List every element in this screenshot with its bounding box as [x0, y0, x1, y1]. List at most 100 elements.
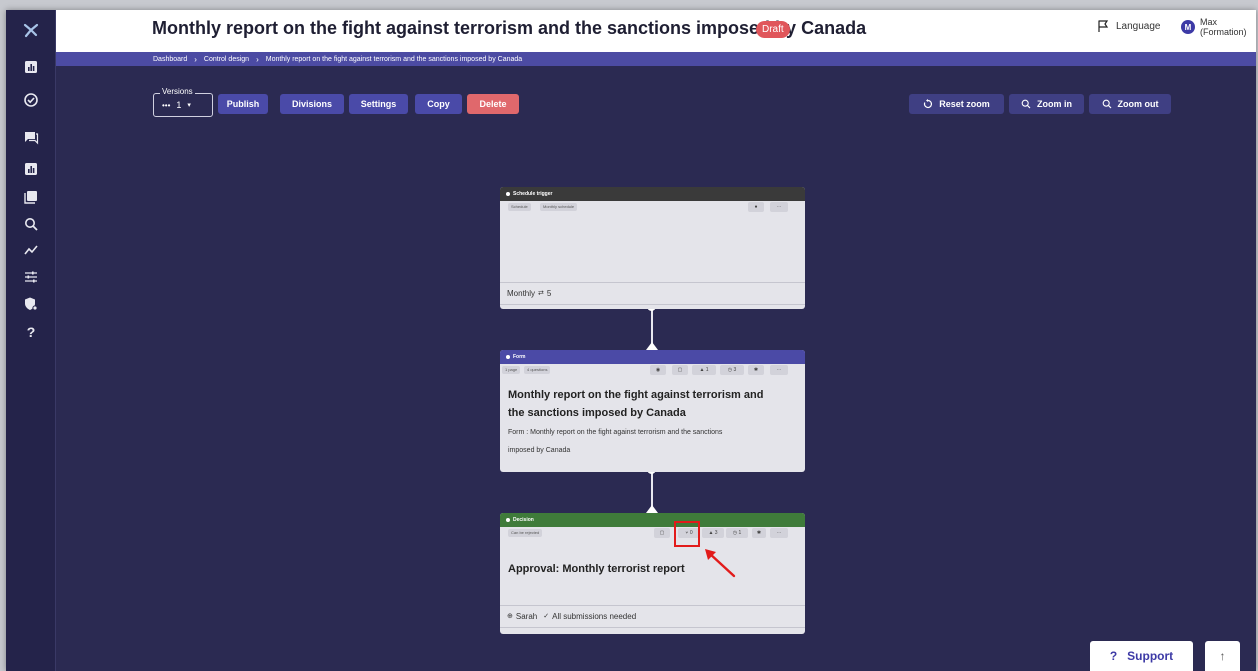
chevron-right-icon: ›: [256, 54, 259, 64]
node-header: Decision: [500, 513, 805, 527]
node-title: Approval: Monthly terrorist report: [508, 563, 685, 575]
node-header: Form: [500, 350, 805, 364]
app-window: ? Monthly report on the fight against te…: [6, 10, 1256, 671]
version-value: 1: [176, 100, 182, 110]
scroll-top-button[interactable]: ↑: [1205, 641, 1240, 671]
form-node[interactable]: Form 1 page 4 questions ◉ ▢ ▲ 1 ◷ 3 ✱ ⋯ …: [500, 350, 805, 472]
chevron-right-icon: ›: [194, 54, 197, 64]
zoom-in-label: Zoom in: [1037, 99, 1072, 109]
more-icon[interactable]: ⋯: [770, 202, 788, 212]
dashboard-icon[interactable]: [19, 55, 43, 79]
notifications-value: 1: [705, 367, 709, 373]
publish-button[interactable]: Publish: [218, 94, 268, 114]
assignee-name: Sarah: [515, 611, 538, 621]
gear-icon[interactable]: ✱: [752, 528, 766, 538]
reset-icon: [924, 99, 933, 109]
timer-value: 1: [738, 530, 742, 536]
breadcrumb-current: Monthly report on the fight against terr…: [265, 55, 523, 63]
node-header-label: Form: [513, 354, 526, 360]
reset-zoom-button[interactable]: Reset zoom: [909, 94, 1004, 114]
zoom-out-icon: [1102, 99, 1111, 109]
bell-icon: ▲: [699, 367, 705, 373]
node-type-icon: [506, 355, 510, 359]
calendar-icon[interactable]: ▢: [672, 365, 688, 375]
reset-zoom-label: Reset zoom: [939, 99, 990, 109]
sliders-icon[interactable]: [19, 265, 43, 289]
avatar: M: [1181, 20, 1195, 34]
more-icon[interactable]: ⋯: [770, 365, 788, 375]
node-description: Form : Monthly report on the fight again…: [508, 429, 723, 436]
node-footer: ⊕ Sarah ✓ All submissions needed: [500, 605, 805, 626]
help-icon: ?: [1109, 649, 1118, 663]
copy-button[interactable]: Copy: [415, 94, 462, 114]
help-icon[interactable]: ?: [19, 320, 43, 344]
more-icon[interactable]: ⋯: [770, 528, 788, 538]
node-meta-row: 1 page 4 questions ◉ ▢ ▲ 1 ◷ 3 ✱ ⋯: [500, 364, 805, 376]
node-header-label: Decision: [513, 517, 534, 523]
zoom-out-button[interactable]: Zoom out: [1089, 94, 1171, 114]
support-button[interactable]: ? Support: [1090, 641, 1193, 671]
divisions-button[interactable]: Divisions: [280, 94, 344, 114]
notifications-count[interactable]: ▲ 3: [702, 528, 724, 538]
language-label: Language: [1116, 20, 1161, 32]
bug-icon[interactable]: ●: [748, 202, 764, 212]
eye-icon[interactable]: ◉: [650, 365, 666, 375]
decision-node[interactable]: Decision Can be rejected ▢ ⑂ 0 ▲ 3 ◷ 1 ✱…: [500, 513, 805, 634]
node-header: Schedule trigger: [500, 187, 805, 201]
language-selector[interactable]: Language: [1096, 19, 1161, 33]
versions-label: Versions: [160, 87, 195, 96]
zoom-in-icon: [1021, 99, 1031, 109]
version-select[interactable]: Versions ••• 1 ▾: [153, 87, 213, 117]
node-divider: [500, 304, 805, 305]
node-title: Monthly report on the fight against terr…: [508, 389, 764, 401]
timer-count[interactable]: ◷ 1: [726, 528, 748, 538]
trend-icon[interactable]: [19, 238, 43, 262]
check-circle-icon[interactable]: [19, 88, 43, 112]
node-meta-row: Can be rejected ▢ ⑂ 0 ▲ 3 ◷ 1 ✱ ⋯: [500, 527, 805, 539]
support-label: Support: [1127, 649, 1174, 663]
user-name: Max (Formation): [1200, 17, 1247, 37]
calendar-icon[interactable]: ▢: [654, 528, 670, 538]
connector-arrow: [646, 342, 658, 350]
status-badge: Draft: [756, 21, 790, 38]
top-header: Monthly report on the fight against terr…: [56, 10, 1256, 52]
highlight-box: [674, 521, 700, 547]
approval-rule: All submissions needed: [552, 611, 637, 621]
delete-button[interactable]: Delete: [467, 94, 519, 114]
arrow-up-icon: ↑: [1219, 649, 1226, 663]
node-type-icon: [506, 192, 510, 196]
breadcrumb: Dashboard › Control design › Monthly rep…: [56, 52, 1256, 66]
search-icon[interactable]: [19, 212, 43, 236]
zoom-in-button[interactable]: Zoom in: [1009, 94, 1084, 114]
gear-icon[interactable]: ✱: [748, 365, 764, 375]
user-icon: ⊕: [507, 613, 513, 620]
notifications-count[interactable]: ▲ 1: [692, 365, 716, 375]
approve-icon: ✓: [543, 613, 550, 620]
node-divider: [500, 627, 805, 628]
timer-value: 3: [733, 367, 737, 373]
bell-icon: ▲: [708, 530, 714, 536]
breadcrumb-control-design[interactable]: Control design: [204, 56, 249, 63]
chat-icon[interactable]: [19, 125, 43, 149]
node-meta-row: Schedule Monthly schedule ● ⋯: [500, 201, 805, 213]
timer-count[interactable]: ◷ 3: [720, 365, 744, 375]
node-title: the sanctions imposed by Canada: [508, 407, 686, 419]
app-logo-icon[interactable]: [19, 18, 43, 42]
user-menu[interactable]: M Max (Formation): [1181, 17, 1252, 37]
clock-icon: ◷: [727, 367, 733, 373]
reports-icon[interactable]: [19, 157, 43, 181]
schedule-count: 5: [546, 288, 552, 298]
breadcrumb-dashboard[interactable]: Dashboard: [153, 56, 187, 63]
repeat-icon: ⇄: [538, 290, 544, 297]
schedule-frequency: Monthly: [507, 288, 536, 298]
node-footer: Monthly ⇄ 5: [500, 282, 805, 303]
node-tag: Schedule: [508, 203, 531, 211]
schedule-trigger-node[interactable]: Schedule trigger Schedule Monthly schedu…: [500, 187, 805, 309]
node-tag: Can be rejected: [508, 529, 543, 537]
library-icon[interactable]: [19, 185, 43, 209]
settings-button[interactable]: Settings: [349, 94, 408, 114]
questions-tag: 4 questions: [524, 366, 551, 374]
connector-arrow: [646, 505, 658, 513]
shield-settings-icon[interactable]: [19, 292, 43, 316]
node-description: imposed by Canada: [508, 447, 571, 454]
